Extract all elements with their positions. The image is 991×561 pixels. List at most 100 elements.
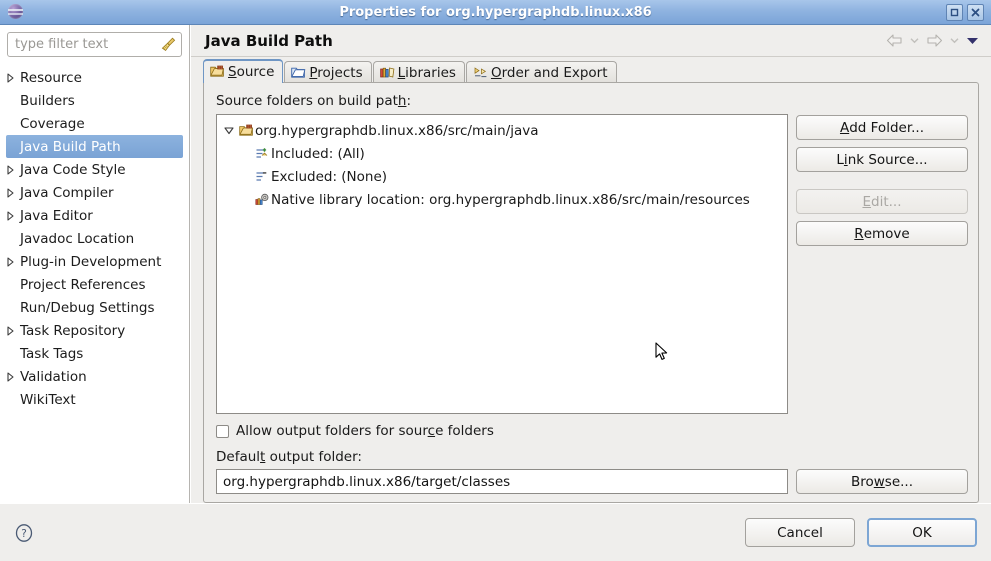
sidebar-item-label: Java Build Path [20,138,121,155]
sidebar-item-javadoc-location[interactable]: Javadoc Location [0,227,189,250]
page-header: Java Build Path [191,25,991,57]
source-folders-label: Source folders on build path: [216,93,968,109]
sidebar-item-coverage[interactable]: Coverage [0,112,189,135]
sidebar-item-validation[interactable]: Validation [0,365,189,388]
allow-output-folders-checkbox[interactable] [216,424,229,438]
edit-button: Edit... [796,189,968,214]
dialog-actions: Cancel OK [745,518,977,547]
source-tree-child-row[interactable]: Included: (All) [217,142,787,165]
sidebar-item-java-editor[interactable]: Java Editor [0,204,189,227]
expand-arrow-icon[interactable] [0,164,20,175]
default-output-folder-label: Default output folder: [216,449,362,465]
ok-button[interactable]: OK [867,518,977,547]
sidebar-item-java-code-style[interactable]: Java Code Style [0,158,189,181]
eclipse-globe-icon [6,3,24,21]
source-tree-child-row[interactable]: Native library location: org.hypergraphd… [217,188,787,211]
tab-libraries[interactable]: Libraries [372,61,465,83]
properties-dialog: Properties for org.hypergraphdb.linux.x8… [0,0,991,561]
sidebar-item-plug-in-development[interactable]: Plug-in Development [0,250,189,273]
expand-arrow-icon[interactable] [0,325,20,336]
cancel-button[interactable]: Cancel [745,518,855,547]
sidebar-item-run-debug-settings[interactable]: Run/Debug Settings [0,296,189,319]
tab-order-and-export[interactable]: Order and Export [465,61,617,83]
remove-button[interactable]: Remove [796,221,968,246]
sidebar-item-project-references[interactable]: Project References [0,273,189,296]
allow-output-folders-label: Allow output folders for source folders [236,423,494,439]
default-output-folder-input[interactable] [216,469,788,494]
view-menu-icon[interactable] [963,31,981,51]
title-bar: Properties for org.hypergraphdb.linux.x8… [0,0,991,25]
tab-label: Order and Export [490,64,608,81]
sidebar-item-java-build-path[interactable]: Java Build Path [6,135,183,158]
close-button[interactable] [967,3,984,21]
sidebar-item-task-tags[interactable]: Task Tags [0,342,189,365]
source-tree-child-label: Included: (All) [271,145,365,162]
link-source-button[interactable]: Li nk Source... [796,147,968,172]
broom-icon[interactable] [160,36,177,53]
included-filter-icon [253,147,271,160]
source-folders-tree[interactable]: org.hypergraphdb.linux.x86/src/main/java… [216,114,788,414]
sidebar-item-label: Project References [20,276,146,293]
expand-arrow-icon[interactable] [0,187,20,198]
libraries-icon [379,66,396,80]
add-folder-button[interactable]: Add Folder... [796,115,968,140]
sidebar-item-label: Coverage [20,115,85,132]
source-tree-child-row[interactable]: Excluded: (None) [217,165,787,188]
source-tree-label: org.hypergraphdb.linux.x86/src/main/java [255,122,539,139]
tab-label: Source [228,64,275,80]
settings-sidebar: Resource Builders Coverage Java Build Path J… [0,25,190,503]
source-folder-icon [237,124,255,137]
build-path-tabs: Source Projects Libraries Order and Export [191,57,991,83]
dialog-body: Resource Builders Coverage Java Build Path J… [0,25,991,503]
sidebar-item-label: Java Compiler [20,184,114,201]
tab-label: Libraries [397,64,456,81]
sidebar-item-wikitext[interactable]: WikiText [0,388,189,411]
sidebar-item-label: Task Tags [20,345,84,362]
tab-projects[interactable]: Projects [284,61,372,83]
sidebar-item-resource[interactable]: Resource [0,66,189,89]
sidebar-item-builders[interactable]: Builders [0,89,189,112]
excluded-filter-icon [253,170,271,183]
source-folders-row: org.hypergraphdb.linux.x86/src/main/java… [216,114,968,414]
browse-button[interactable]: Bro w se... [796,469,968,494]
page-title: Java Build Path [205,31,333,50]
expand-arrow-icon[interactable] [0,256,20,267]
default-output-folder-row: Browse... [216,469,968,494]
expand-arrow-icon[interactable] [0,371,20,382]
source-folders-label-text: Source folders on build path: [216,93,412,109]
sidebar-item-label: Java Code Style [20,161,126,178]
expand-arrow-icon[interactable] [0,72,20,83]
window-title: Properties for org.hypergraphdb.linux.x8… [339,4,652,20]
source-tree-row[interactable]: org.hypergraphdb.linux.x86/src/main/java [217,119,787,142]
sidebar-item-label: Run/Debug Settings [20,299,155,316]
help-question-icon[interactable]: ? [14,523,34,543]
sidebar-item-task-repository[interactable]: Task Repository [0,319,189,342]
project-folder-icon [291,66,307,80]
back-chevron-down-icon[interactable] [908,31,920,51]
order-export-icon [473,66,489,80]
forward-arrow-icon[interactable] [923,31,945,51]
sidebar-item-label: Java Editor [20,207,93,224]
sidebar-item-label: Builders [20,92,75,109]
tab-source[interactable]: Source [203,59,284,83]
sidebar-item-label: Javadoc Location [20,230,135,247]
sidebar-item-java-compiler[interactable]: Java Compiler [0,181,189,204]
filter-input[interactable] [7,32,182,57]
expand-arrow-icon[interactable] [0,210,20,221]
source-tree-child-label: Native library location: org.hypergraphd… [271,191,750,208]
dialog-footer: ? Cancel OK [0,503,991,561]
source-buttons: Add Folder... Li nk Source... Edit... Remove [796,114,968,414]
native-library-icon [253,193,271,206]
sidebar-item-label: Task Repository [20,322,126,339]
source-folder-icon [210,65,226,79]
maximize-button[interactable] [946,3,963,21]
source-tab-panel: Source folders on build path: org.hyperg… [203,82,979,503]
sidebar-item-label: Plug-in Development [20,253,162,270]
settings-tree: Resource Builders Coverage Java Build Path J… [0,65,189,503]
sidebar-item-label: Resource [20,69,82,86]
collapse-arrow-icon[interactable] [221,126,237,135]
settings-content: Java Build Path Source Projects Librarie… [190,25,991,503]
back-arrow-icon[interactable] [883,31,905,51]
forward-chevron-down-icon[interactable] [948,31,960,51]
allow-output-folders-row[interactable]: Allow output folders for source folders [216,423,968,439]
